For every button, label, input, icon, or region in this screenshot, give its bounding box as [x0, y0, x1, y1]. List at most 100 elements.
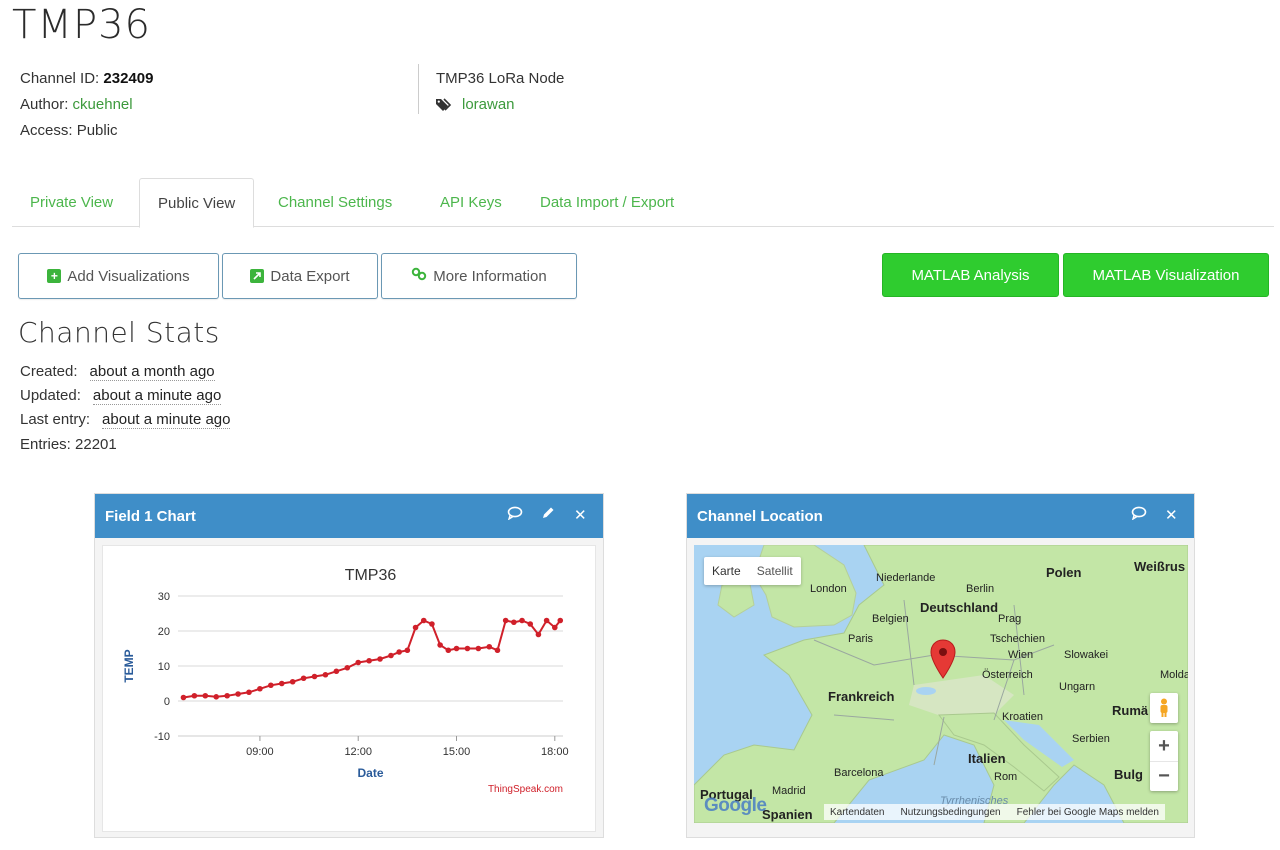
tag-icon: [436, 98, 454, 112]
data-point: [535, 631, 542, 638]
data-point: [180, 694, 187, 701]
map-label: Madrid: [772, 785, 806, 797]
map-label: Italien: [968, 751, 1006, 766]
map-label: Bulg: [1114, 767, 1143, 782]
tab-channel-settings[interactable]: Channel Settings: [260, 178, 410, 227]
map-footer-mapdata[interactable]: Kartendaten: [830, 807, 885, 818]
pencil-icon[interactable]: [541, 506, 555, 524]
data-point: [366, 657, 372, 664]
field-chart-area: TMP36 30 20 10 0 -10 09:00 12:00 15:00 18:00 Date T…: [102, 545, 596, 832]
chart-title: TMP36: [345, 567, 397, 584]
data-export-button[interactable]: Data Export: [222, 253, 378, 299]
series-line: [183, 618, 562, 699]
comment-icon[interactable]: [1131, 506, 1147, 524]
location-map[interactable]: Karte Satellit Niederlande London Berlin…: [694, 545, 1188, 823]
map-label: Deutschland: [920, 600, 999, 615]
map-type-satellite-button[interactable]: Satellit: [749, 564, 801, 578]
channel-id-row: Channel ID: 232409: [20, 66, 153, 92]
add-visualizations-label: Add Visualizations: [67, 267, 190, 285]
data-point: [412, 624, 419, 631]
x-tick-label: 15:00: [443, 746, 471, 758]
channel-location-widget-header: Channel Location ✕: [687, 494, 1194, 538]
channel-meta: Channel ID: 232409 Author: ckuehnel Acce…: [20, 66, 153, 144]
map-label: Paris: [848, 633, 874, 645]
map-type-map-button[interactable]: Karte: [704, 564, 749, 578]
stat-last-entry: Last entry: about a minute ago: [20, 411, 231, 429]
map-label: Barcelona: [834, 767, 884, 779]
data-point: [202, 692, 209, 699]
data-point: [557, 617, 564, 624]
access-value: Public: [76, 122, 118, 139]
map-label: Serbien: [1072, 733, 1110, 745]
data-point: [300, 675, 307, 682]
data-point: [191, 692, 198, 699]
stat-entries-value: 22201: [75, 436, 117, 453]
close-icon[interactable]: ✕: [574, 506, 587, 524]
channel-location-widget: Channel Location ✕ Karte Satellit Nieder…: [686, 493, 1195, 838]
channel-stats-title: Channel Stats: [18, 316, 220, 349]
y-tick-label: 30: [158, 591, 170, 603]
data-point: [437, 642, 443, 648]
map-marker-icon[interactable]: [930, 639, 956, 684]
plus-square-icon: +: [47, 269, 62, 283]
stat-last-entry-value: about a minute ago: [102, 411, 231, 429]
data-point: [246, 689, 252, 696]
zoom-out-button[interactable]: −: [1150, 761, 1178, 791]
data-point: [289, 678, 296, 685]
data-point: [429, 621, 435, 627]
data-point: [311, 673, 318, 680]
data-point: [552, 624, 558, 631]
tab-private-view[interactable]: Private View: [12, 178, 131, 227]
chart-credit: ThingSpeak.com: [488, 784, 563, 795]
external-link-icon: [250, 269, 265, 283]
map-footer-terms[interactable]: Nutzungsbedingungen: [901, 807, 1001, 818]
matlab-visualization-button[interactable]: MATLAB Visualization: [1063, 253, 1269, 297]
map-label: Wien: [1008, 649, 1034, 661]
channel-description-block: TMP36 LoRa Node lorawan: [436, 66, 564, 118]
tab-data-import-export[interactable]: Data Import / Export: [522, 178, 692, 227]
data-point: [502, 617, 509, 624]
map-label: Weißrus: [1134, 559, 1186, 574]
close-icon[interactable]: ✕: [1165, 506, 1178, 524]
x-tick-label: 18:00: [541, 746, 569, 758]
tag-row: lorawan: [436, 92, 564, 118]
data-point: [453, 645, 460, 652]
add-visualizations-button[interactable]: + Add Visualizations: [18, 253, 219, 299]
data-point: [420, 617, 427, 624]
map-label: Molda: [1160, 669, 1188, 681]
map-label: Slowakei: [1064, 649, 1109, 661]
stat-created: Created: about a month ago: [20, 363, 215, 381]
stat-last-entry-label: Last entry:: [20, 411, 91, 428]
x-tick-label: 09:00: [246, 746, 274, 758]
y-tick-label: 20: [158, 626, 170, 638]
tab-api-keys[interactable]: API Keys: [422, 178, 520, 227]
stat-updated-value: about a minute ago: [92, 387, 222, 405]
page-title: TMP36: [12, 2, 151, 48]
pegman-icon[interactable]: [1150, 693, 1178, 723]
author-link[interactable]: ckuehnel: [73, 96, 133, 113]
data-point: [475, 645, 482, 652]
stat-updated-label: Updated:: [20, 387, 81, 404]
comment-icon[interactable]: [507, 506, 523, 524]
author-label: Author:: [20, 96, 69, 113]
y-tick-label: 10: [158, 661, 170, 673]
zoom-in-button[interactable]: +: [1150, 731, 1178, 761]
data-point: [235, 691, 241, 697]
tag-link-lorawan[interactable]: lorawan: [462, 92, 515, 118]
x-tick-label: 12:00: [344, 746, 372, 758]
x-axis-label: Date: [357, 766, 383, 780]
map-label: Tschechien: [990, 633, 1046, 645]
map-label: Spanien: [762, 807, 813, 822]
map-label: Rumä: [1112, 703, 1149, 718]
tab-public-view[interactable]: Public View: [139, 178, 255, 228]
more-information-button[interactable]: More Information: [381, 253, 577, 299]
data-point: [543, 617, 550, 624]
field-chart-widget-title: Field 1 Chart: [105, 507, 196, 525]
matlab-analysis-button[interactable]: MATLAB Analysis: [882, 253, 1059, 297]
data-point: [213, 694, 220, 700]
channel-tabs: Private View Public View Channel Setting…: [12, 178, 1274, 228]
map-label: London: [810, 583, 847, 595]
map-footer-report[interactable]: Fehler bei Google Maps melden: [1017, 807, 1159, 818]
map-label: Berlin: [966, 583, 995, 595]
map-type-control: Karte Satellit: [704, 557, 801, 585]
